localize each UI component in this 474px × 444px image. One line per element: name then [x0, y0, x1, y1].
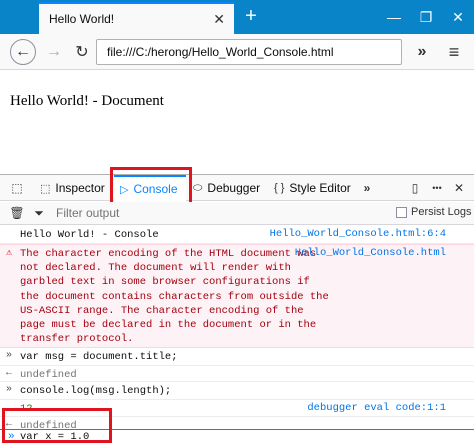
error-line: the document contains characters from ou… — [20, 290, 329, 303]
overflow-button[interactable]: » — [408, 38, 436, 66]
filter-input[interactable] — [56, 204, 316, 222]
browser-tab[interactable]: Hello World! ✕ — [39, 2, 234, 34]
command-text: var msg = document.title; — [20, 351, 178, 363]
url-bar[interactable]: file:///C:/herong/Hello_World_Console.ht… — [96, 39, 402, 65]
devtools-toolbar: ⬚ ⬚ Inspector ▷ Console ⬭ Debugger { } S… — [0, 175, 474, 201]
tab-label: Inspector — [55, 181, 105, 195]
restore-button[interactable]: ❐ — [410, 0, 442, 34]
options-icon[interactable]: ••• — [428, 179, 446, 197]
result-text: undefined — [20, 369, 77, 381]
more-tabs-icon[interactable]: » — [358, 179, 376, 197]
console-command-row: » console.log(msg.length); — [0, 382, 474, 400]
log-message: Hello World! - Console — [20, 229, 159, 241]
persist-logs-checkbox[interactable] — [396, 206, 407, 218]
result-arrow-icon: ← — [6, 368, 13, 379]
tab-label: Debugger — [207, 181, 261, 195]
console-result-row: ← undefined — [0, 366, 474, 382]
warning-icon: ⚠ — [6, 248, 13, 259]
tab-style-editor[interactable]: { } Style Editor — [274, 175, 351, 201]
error-source-link[interactable]: Hello_World_Console.html — [295, 247, 446, 259]
tab-strip: Hello World! ✕ + — ❐ ✕ — [0, 0, 474, 34]
error-line: garbled text in some browser configurati… — [20, 276, 310, 289]
error-line: The character encoding of the HTML docum… — [20, 248, 317, 260]
log-source-link[interactable]: Hello_World_Console.html:6:4 — [270, 228, 446, 240]
input-prompt-icon: » — [6, 384, 13, 395]
document-text: Hello World! - Document — [10, 93, 164, 109]
error-line: page must be declared in the document or… — [20, 319, 317, 332]
menu-button[interactable]: ≡ — [440, 38, 468, 66]
close-devtools-icon[interactable]: ✕ — [450, 179, 468, 197]
dock-icon[interactable]: ▯ — [406, 179, 424, 197]
log-source-link[interactable]: debugger eval code:1:1 — [307, 402, 446, 414]
tab-label: Style Editor — [289, 181, 351, 195]
new-tab-button[interactable]: + — [240, 4, 262, 28]
debugger-icon: ⬭ — [193, 181, 203, 194]
error-line: transfer protocol. — [20, 333, 134, 346]
back-button[interactable]: ← — [10, 39, 36, 65]
highlight-box — [2, 408, 112, 443]
filter-bar: 🗑 ⏷ Persist Logs — [0, 202, 474, 225]
console-command-row: » var msg = document.title; — [0, 348, 474, 366]
tab-debugger[interactable]: ⬭ Debugger — [193, 175, 260, 201]
console-log-row: Hello World! - Console Hello_World_Conso… — [0, 226, 474, 244]
close-icon[interactable]: ✕ — [213, 11, 225, 28]
reload-button[interactable]: ↻ — [68, 38, 96, 66]
persist-logs-label: Persist Logs — [411, 206, 472, 218]
page-content: Hello World! - Document — [0, 71, 474, 174]
command-text: console.log(msg.length); — [20, 385, 172, 397]
minimize-button[interactable]: — — [378, 0, 410, 34]
error-line: not declared. The document will render w… — [20, 262, 291, 275]
highlight-box — [110, 167, 192, 205]
input-prompt-icon: » — [6, 350, 13, 361]
devtools-panel: ⬚ ⬚ Inspector ▷ Console ⬭ Debugger { } S… — [0, 167, 474, 444]
element-picker-icon[interactable]: ⬚ — [8, 179, 26, 197]
tab-title: Hello World! — [49, 12, 115, 26]
funnel-icon: ⏷ — [34, 205, 44, 220]
window-close-button[interactable]: ✕ — [442, 0, 474, 34]
error-message: The character encoding of the HTML docum… — [20, 247, 329, 346]
trash-icon[interactable]: 🗑 — [8, 204, 26, 222]
inspector-icon: ⬚ — [40, 182, 51, 195]
url-text: file:///C:/herong/Hello_World_Console.ht… — [107, 45, 334, 59]
console-error-row: ⚠ The character encoding of the HTML doc… — [0, 244, 474, 348]
style-editor-icon: { } — [274, 182, 285, 194]
tab-inspector[interactable]: ⬚ Inspector — [40, 175, 105, 201]
forward-button[interactable]: → — [40, 38, 68, 66]
error-line: US-ASCII range. The character encoding o… — [20, 304, 304, 317]
navigation-toolbar: ← → ↻ file:///C:/herong/Hello_World_Cons… — [0, 34, 474, 70]
persist-logs-toggle[interactable]: Persist Logs — [396, 206, 472, 218]
